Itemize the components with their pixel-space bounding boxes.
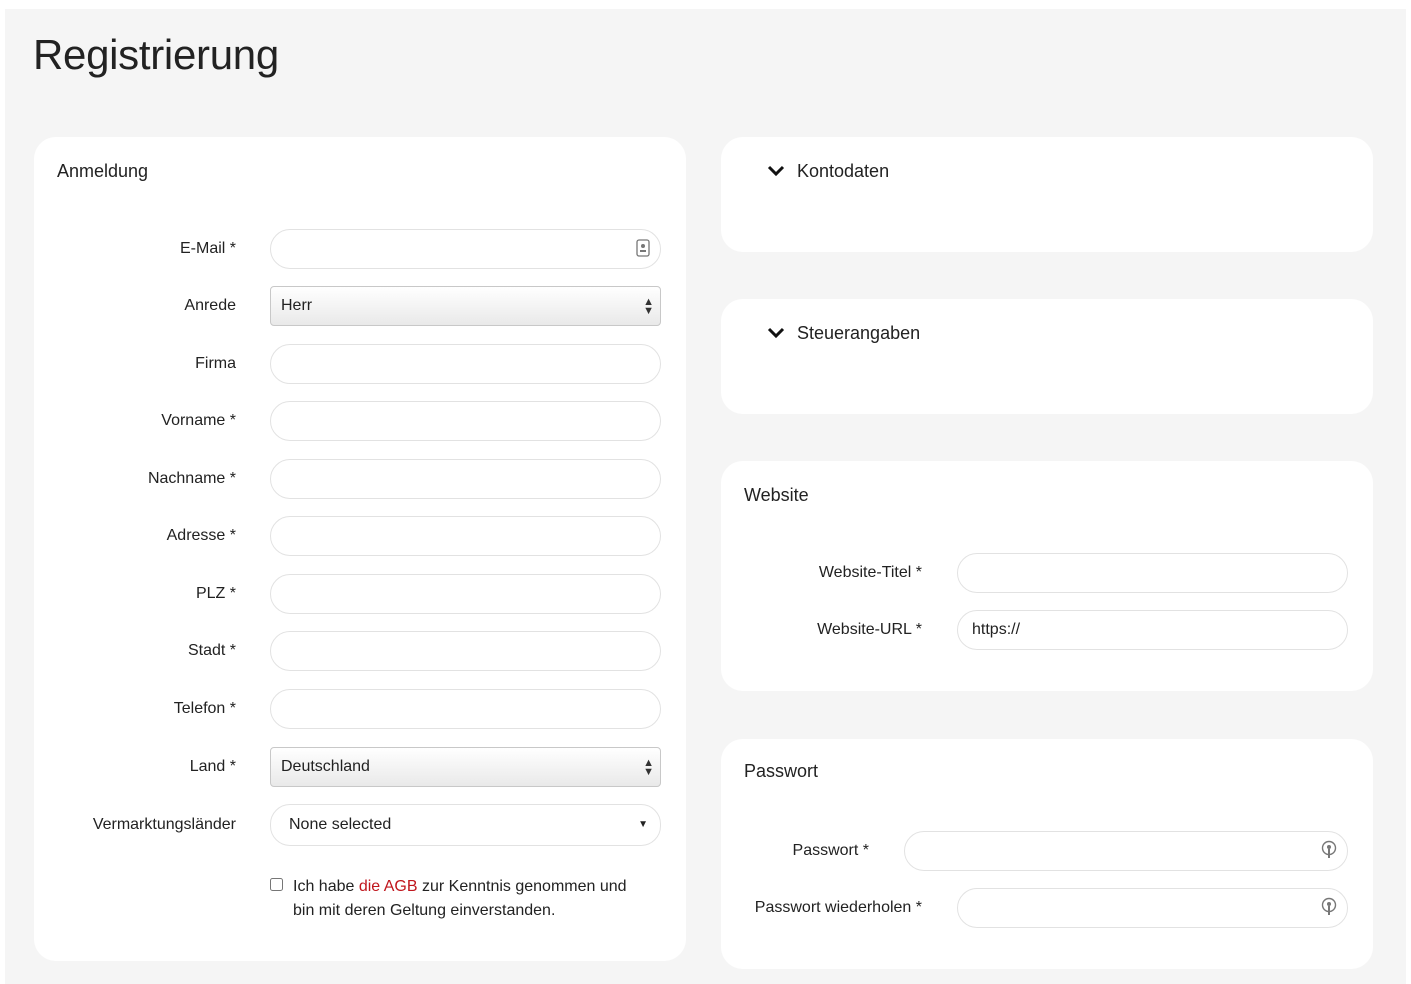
firma-field[interactable] xyxy=(270,344,661,384)
website-titel-field[interactable] xyxy=(957,553,1348,593)
page-title: Registrierung xyxy=(33,31,279,78)
contact-card-icon[interactable] xyxy=(636,239,650,260)
website-title: Website xyxy=(744,485,809,505)
select-arrows-icon: ▲ ▼ xyxy=(643,296,654,317)
firma-label: Firma xyxy=(195,355,236,372)
stadt-field[interactable] xyxy=(270,631,661,671)
website-url-field[interactable] xyxy=(957,610,1348,650)
plz-label: PLZ * xyxy=(195,585,236,602)
terms-prefix: Ich habe xyxy=(293,878,359,895)
land-value: Deutschland xyxy=(281,758,370,775)
vorname-label: Vorname * xyxy=(161,412,236,429)
vermarktung-label: Vermarktungsländer xyxy=(92,816,236,833)
adresse-field[interactable] xyxy=(270,516,661,556)
steuerangaben-card[interactable]: Steuerangaben xyxy=(721,299,1373,414)
anmeldung-card: Anmeldung E-Mail * Anrede Herr ▲ ▼ Firma … xyxy=(34,137,686,961)
key-icon[interactable] xyxy=(1321,897,1337,920)
telefon-field[interactable] xyxy=(270,689,661,729)
stadt-label: Stadt * xyxy=(187,642,236,659)
email-label: E-Mail * xyxy=(179,240,236,257)
kontodaten-toggle[interactable]: Kontodaten xyxy=(767,161,889,182)
plz-field[interactable] xyxy=(270,574,661,614)
steuerangaben-title: Steuerangaben xyxy=(797,323,921,343)
vermarktung-multiselect[interactable]: None selected ▼ xyxy=(270,804,661,846)
kontodaten-card[interactable]: Kontodaten xyxy=(721,137,1373,252)
kontodaten-title: Kontodaten xyxy=(797,161,890,181)
email-field[interactable] xyxy=(270,229,661,269)
anrede-select[interactable]: Herr ▲ ▼ xyxy=(270,286,661,326)
nachname-label: Nachname * xyxy=(147,470,236,487)
agb-link[interactable]: die AGB xyxy=(359,878,418,895)
passwort-wiederholen-label: Passwort wiederholen * xyxy=(754,899,922,916)
anmeldung-title: Anmeldung xyxy=(57,161,149,181)
adresse-label: Adresse * xyxy=(166,527,236,544)
select-arrows-icon: ▲ ▼ xyxy=(643,757,654,778)
website-url-label: Website-URL * xyxy=(817,621,922,638)
land-select[interactable]: Deutschland ▲ ▼ xyxy=(270,747,661,787)
chevron-down-icon xyxy=(767,164,787,182)
vorname-field[interactable] xyxy=(270,401,661,441)
steuerangaben-toggle[interactable]: Steuerangaben xyxy=(767,323,920,344)
website-card: Website Website-Titel * Website-URL * xyxy=(721,461,1373,691)
passwort-wiederholen-field[interactable] xyxy=(957,888,1348,928)
passwort-field[interactable] xyxy=(904,831,1348,871)
caret-down-icon: ▼ xyxy=(638,819,648,830)
chevron-down-icon xyxy=(767,326,787,344)
terms-text: Ich habe die AGB zur Kenntnis genommen u… xyxy=(293,875,648,923)
website-titel-label: Website-Titel * xyxy=(818,564,922,581)
key-icon[interactable] xyxy=(1321,840,1337,863)
vermarktung-value: None selected xyxy=(289,816,392,833)
anrede-label: Anrede xyxy=(184,297,236,314)
passwort-card: Passwort Passwort * Passwort wiederholen… xyxy=(721,739,1373,969)
passwort-label: Passwort * xyxy=(792,842,869,859)
passwort-title: Passwort xyxy=(744,761,819,781)
nachname-field[interactable] xyxy=(270,459,661,499)
terms-checkbox[interactable] xyxy=(270,878,283,891)
land-label: Land * xyxy=(189,758,236,775)
anrede-value: Herr xyxy=(281,297,313,314)
telefon-label: Telefon * xyxy=(173,700,236,717)
page: Registrierung Anmeldung E-Mail * Anrede … xyxy=(5,9,1406,984)
